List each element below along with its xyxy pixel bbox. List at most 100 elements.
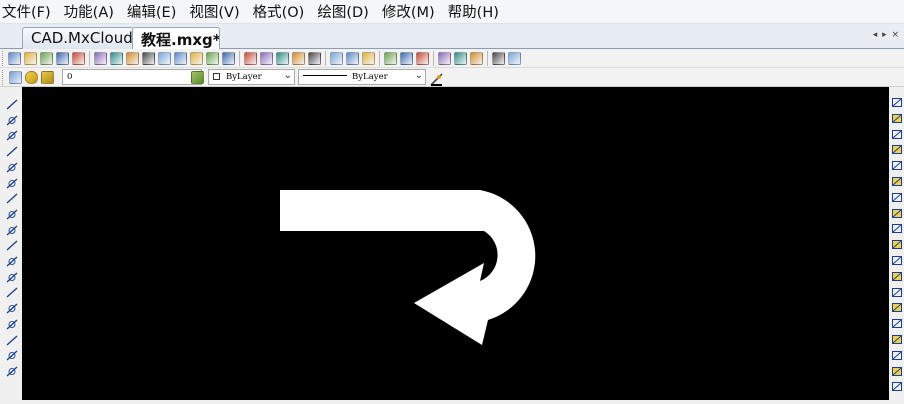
layer-state-icon[interactable] xyxy=(25,71,38,84)
arc-icon[interactable] xyxy=(6,189,18,204)
polyline-icon[interactable] xyxy=(6,126,18,141)
stretch-icon[interactable] xyxy=(891,298,903,313)
rectangle-icon[interactable] xyxy=(6,158,18,173)
menu-item-1[interactable]: 功能(A) xyxy=(64,1,114,22)
measure-icon[interactable] xyxy=(190,52,203,65)
text-icon[interactable] xyxy=(6,315,18,330)
menu-item-5[interactable]: 绘图(D) xyxy=(317,1,368,22)
new-file-icon[interactable] xyxy=(8,52,21,65)
menu-item-3[interactable]: 视图(V) xyxy=(189,1,239,22)
properties-toolbar: 0 ⌄ ByLayer ⌄ ByLayer ⌄ xyxy=(0,68,904,87)
zoom-realtime-icon[interactable] xyxy=(110,52,123,65)
grid-icon[interactable] xyxy=(346,52,359,65)
offset-icon[interactable] xyxy=(891,204,903,218)
scale-icon[interactable] xyxy=(891,172,903,186)
open-folder-icon[interactable] xyxy=(24,52,37,65)
save-as-icon[interactable] xyxy=(72,52,85,65)
tab-tutorial-mxg[interactable]: 教程.mxg* xyxy=(132,27,220,49)
menu-item-0[interactable]: 文件(F) xyxy=(2,1,51,22)
print-icon[interactable] xyxy=(384,52,397,65)
point-icon[interactable] xyxy=(6,268,18,283)
table-icon[interactable] xyxy=(6,331,18,345)
help-icon[interactable] xyxy=(470,52,483,65)
rectangle2-icon[interactable] xyxy=(6,174,18,188)
ellipse-icon[interactable] xyxy=(6,236,18,251)
layer-lock-icon[interactable] xyxy=(41,71,54,84)
pdf-icon[interactable] xyxy=(492,52,505,65)
insert-block-icon[interactable] xyxy=(6,283,18,298)
toolbar-separator xyxy=(379,51,380,66)
layers-icon[interactable] xyxy=(308,52,321,65)
color-combo[interactable]: ByLayer ⌄ xyxy=(208,69,295,85)
erase-icon[interactable] xyxy=(891,93,903,107)
tab-cad-mxcloud[interactable]: CAD.MxCloud xyxy=(22,27,134,49)
make-block-icon[interactable] xyxy=(6,299,18,314)
zoom-out-icon[interactable] xyxy=(244,52,257,65)
modify-toolbar xyxy=(889,87,904,400)
pan-hand-icon[interactable] xyxy=(260,52,273,65)
pencil-icon[interactable] xyxy=(276,52,289,65)
chamfer-icon[interactable] xyxy=(891,235,903,250)
image-export-icon[interactable] xyxy=(508,52,521,65)
array-icon[interactable] xyxy=(891,188,903,202)
undo-icon[interactable] xyxy=(400,52,413,65)
open-cloud-icon[interactable] xyxy=(40,52,53,65)
properties-icon[interactable] xyxy=(292,52,305,65)
circle-icon[interactable] xyxy=(6,205,18,220)
pan-icon[interactable] xyxy=(142,52,155,65)
zoom-previous-icon[interactable] xyxy=(174,52,187,65)
zoom-window-icon[interactable] xyxy=(94,52,107,65)
hatch-icon[interactable] xyxy=(6,362,18,377)
drawing-canvas[interactable] xyxy=(22,87,889,400)
u-turn-arrow-shape[interactable] xyxy=(280,190,536,345)
menu-item-4[interactable]: 格式(O) xyxy=(253,1,305,22)
fillet-icon[interactable] xyxy=(891,219,903,234)
mirror-icon[interactable] xyxy=(891,125,903,139)
layer-combo-value: 0 xyxy=(67,72,73,82)
extend-icon[interactable] xyxy=(891,267,903,281)
menu-item-7[interactable]: 帮助(H) xyxy=(448,1,499,22)
menu-item-6[interactable]: 修改(M) xyxy=(382,1,435,22)
zoom-in-icon[interactable] xyxy=(126,52,139,65)
toolbar-separator xyxy=(89,51,90,66)
menu-item-2[interactable]: 编辑(E) xyxy=(127,1,176,22)
document-tab-bar: CAD.MxCloud 教程.mxg* ◂ ▸ × xyxy=(0,24,904,49)
rotate-icon[interactable] xyxy=(891,156,903,171)
save-icon[interactable] xyxy=(56,52,69,65)
zoom-extents-icon[interactable] xyxy=(158,52,171,65)
polygon-icon[interactable] xyxy=(6,142,18,157)
zoom-all-icon[interactable] xyxy=(222,52,235,65)
chevron-down-icon: ⌄ xyxy=(414,70,423,81)
copy-icon[interactable] xyxy=(891,109,903,123)
color-picker-icon[interactable] xyxy=(438,52,451,65)
redo-icon[interactable] xyxy=(416,52,429,65)
trim-icon[interactable] xyxy=(891,251,903,265)
linetype-sample-icon xyxy=(303,75,347,76)
toolbar-separator xyxy=(239,51,240,66)
lengthen-icon[interactable] xyxy=(891,314,903,329)
settings-icon[interactable] xyxy=(454,52,467,65)
match-icon[interactable] xyxy=(362,52,375,65)
ellipse-arc-icon[interactable] xyxy=(6,252,18,267)
toolbar-grip[interactable] xyxy=(2,51,5,66)
tab-navigation-arrows[interactable]: ◂ ▸ × xyxy=(873,30,900,40)
line-icon[interactable] xyxy=(6,95,18,110)
spline-icon[interactable] xyxy=(6,221,18,236)
layer-manager-icon[interactable] xyxy=(9,71,22,84)
toolbar-separator xyxy=(325,51,326,66)
dimension-icon[interactable] xyxy=(891,362,903,376)
angular-dim-icon[interactable] xyxy=(891,377,903,392)
toolbar-grip[interactable] xyxy=(2,70,5,85)
layer-combo[interactable]: 0 ⌄ xyxy=(62,69,202,85)
zoom-scale-icon[interactable] xyxy=(206,52,219,65)
dimension-icon[interactable] xyxy=(330,52,343,65)
explode-icon[interactable] xyxy=(891,330,903,344)
join-icon[interactable] xyxy=(891,346,903,360)
lineweight-icon[interactable] xyxy=(430,71,443,86)
move-icon[interactable] xyxy=(891,140,903,155)
break-icon[interactable] xyxy=(891,283,903,297)
multiline-text-icon[interactable] xyxy=(6,346,18,361)
linetype-combo[interactable]: ByLayer ⌄ xyxy=(298,69,426,85)
construction-line-icon[interactable] xyxy=(6,111,18,126)
layer-previous-icon[interactable] xyxy=(191,71,204,84)
